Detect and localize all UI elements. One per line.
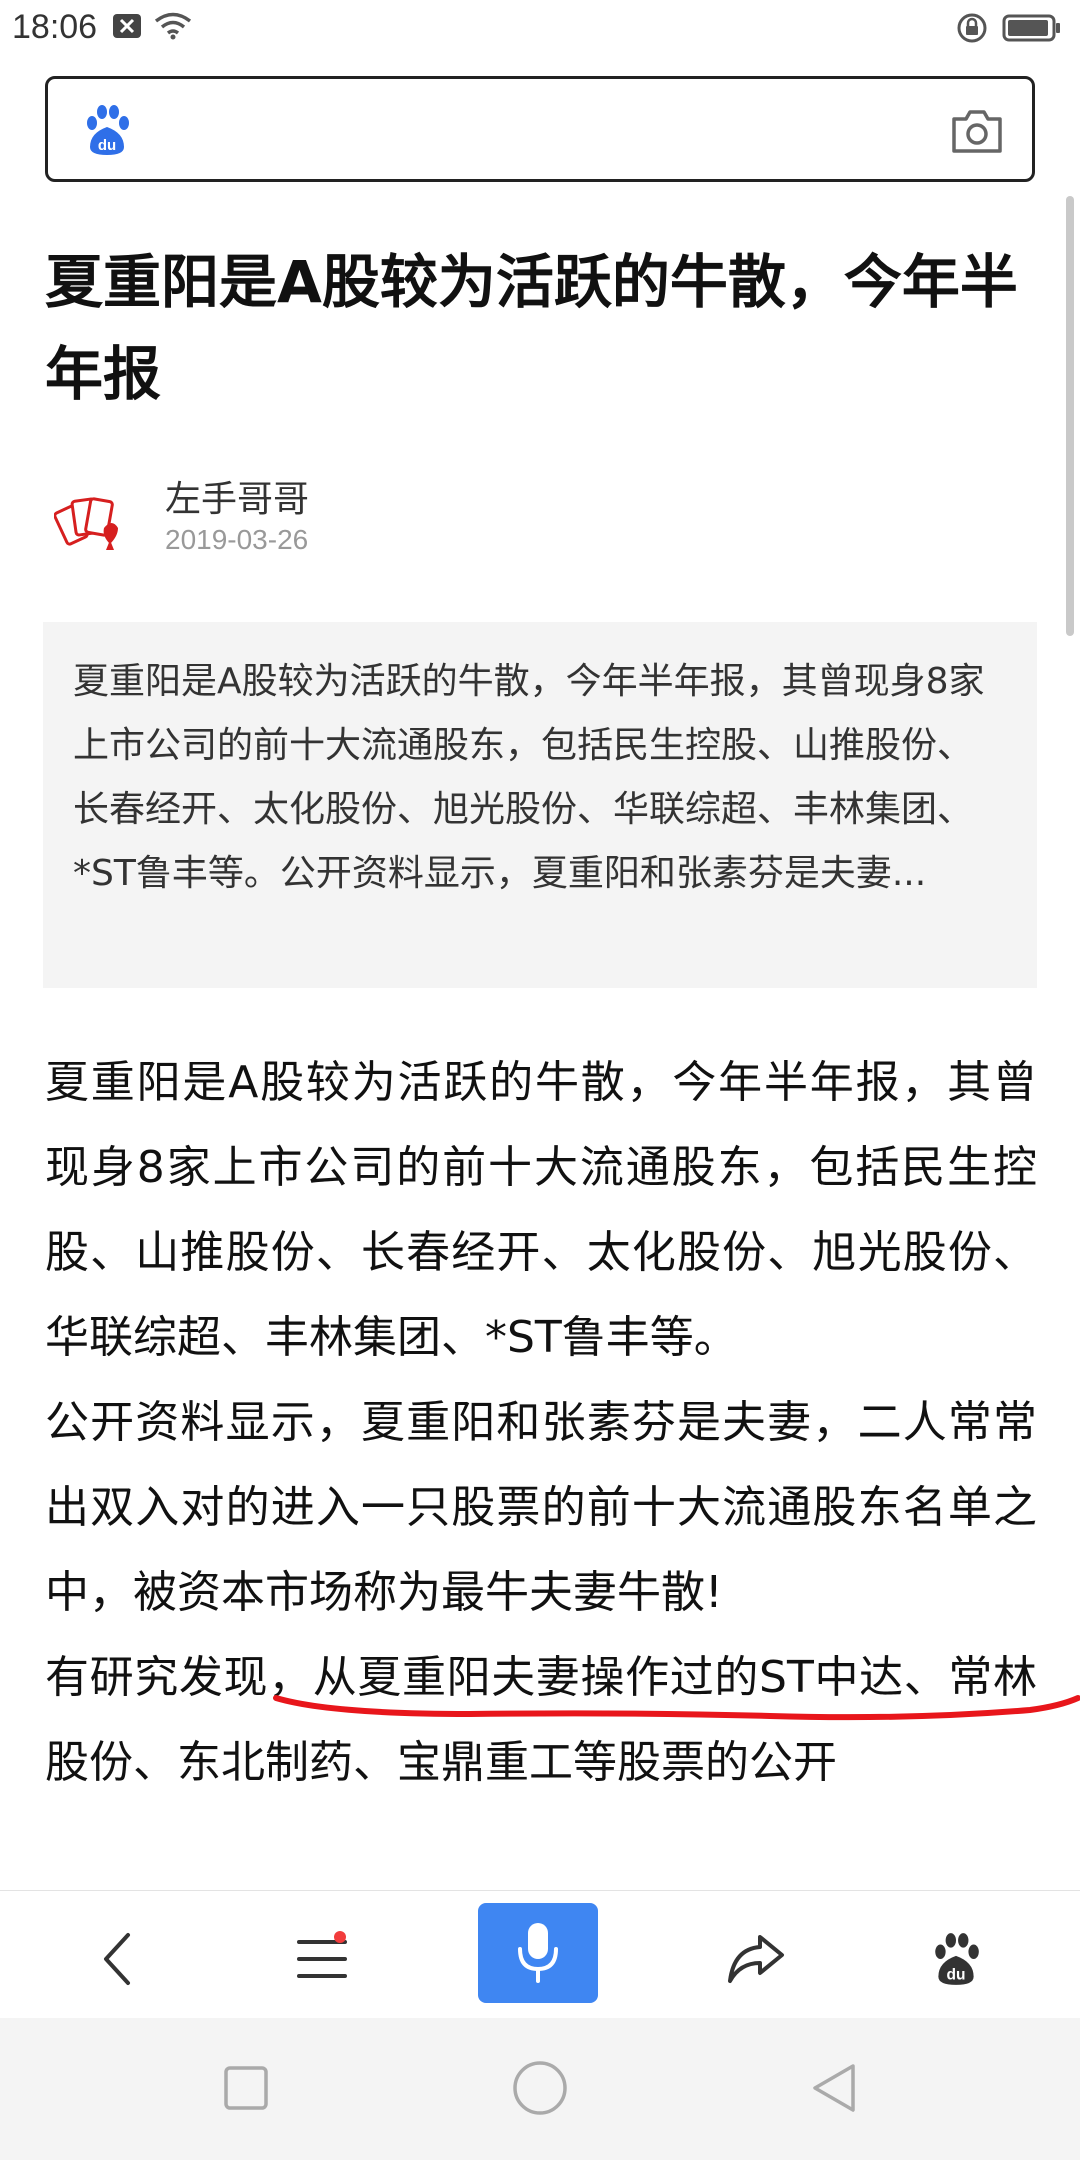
paragraph: 夏重阳是A股较为活跃的牛散，今年半年报，其曾现身8家上市公司的前十大流通股东，包… bbox=[45, 1057, 1037, 1363]
back-button[interactable] bbox=[68, 1909, 168, 2009]
share-button[interactable] bbox=[706, 1909, 806, 2009]
red-underline-annotation bbox=[273, 1695, 1080, 1721]
wifi-icon bbox=[154, 12, 192, 40]
battery-icon bbox=[1002, 14, 1060, 42]
paragraph: 公开资料显示，夏重阳和张素芬是夫妻，二人常常出双入对的进入一只股票的前十大流通股… bbox=[45, 1397, 1037, 1618]
rotation-lock-icon bbox=[957, 13, 987, 43]
camera-icon[interactable] bbox=[950, 105, 1004, 155]
system-nav-bar bbox=[0, 2018, 1080, 2160]
summary-box: 夏重阳是A股较为活跃的牛散，今年半年报，其曾现身8家上市公司的前十大流通股东，包… bbox=[43, 622, 1037, 988]
recent-apps-button[interactable] bbox=[206, 2048, 286, 2128]
svg-text:du: du bbox=[947, 1967, 966, 1984]
svg-text:du: du bbox=[98, 137, 116, 154]
author-name[interactable]: 左手哥哥 bbox=[165, 470, 309, 522]
search-bar[interactable]: du bbox=[45, 76, 1035, 182]
triangle-back-icon bbox=[813, 2064, 855, 2112]
system-back-button[interactable] bbox=[794, 2048, 874, 2128]
back-arrow-icon bbox=[104, 1933, 130, 1985]
article-body: 夏重阳是A股较为活跃的牛散，今年半年报，其曾现身8家上市公司的前十大流通股东，包… bbox=[45, 1040, 1037, 1805]
microphone-icon bbox=[518, 1923, 558, 1983]
square-icon bbox=[224, 2066, 268, 2110]
author-avatar[interactable] bbox=[54, 488, 128, 562]
browser-toolbar: du bbox=[0, 1890, 1080, 2018]
circle-icon bbox=[513, 2061, 567, 2115]
menu-button[interactable] bbox=[272, 1909, 372, 2009]
summary-text: 夏重阳是A股较为活跃的牛散，今年半年报，其曾现身8家上市公司的前十大流通股东，包… bbox=[73, 661, 985, 894]
share-icon bbox=[728, 1935, 784, 1983]
article-title: 夏重阳是A股较为活跃的牛散，今年半年报 bbox=[45, 248, 1018, 408]
publish-date: 2019-03-26 bbox=[165, 524, 309, 555]
search-input[interactable] bbox=[158, 97, 958, 161]
notification-dot bbox=[334, 1931, 346, 1943]
baidu-home-button[interactable]: du bbox=[906, 1909, 1006, 2009]
status-bar: 18:06 bbox=[0, 0, 1080, 56]
scrollbar[interactable] bbox=[1066, 196, 1074, 636]
notification-x-icon bbox=[113, 14, 141, 38]
status-time: 18:06 bbox=[12, 8, 98, 46]
home-button[interactable] bbox=[500, 2048, 580, 2128]
baidu-paw-icon: du bbox=[935, 1933, 979, 1985]
baidu-paw-icon[interactable]: du bbox=[80, 103, 134, 157]
voice-search-button[interactable] bbox=[478, 1903, 598, 2003]
